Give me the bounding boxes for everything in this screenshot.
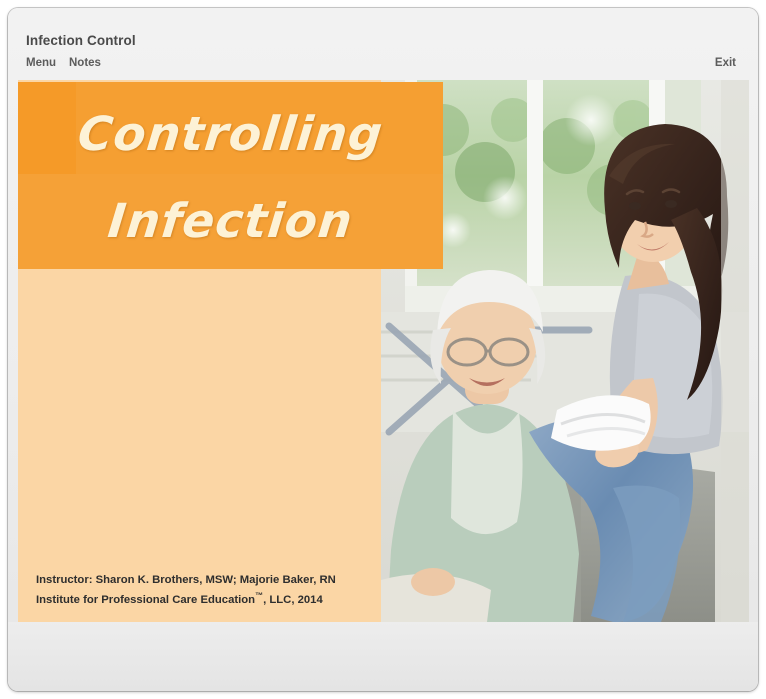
credits-institute-suffix: , LLC, 2014: [263, 594, 323, 606]
slide-credits: Instructor: Sharon K. Brothers, MSW; Maj…: [36, 572, 376, 608]
slide-title-line-1: Controlling: [75, 107, 386, 162]
credits-institute-name: Institute for Professional Care Educatio…: [36, 594, 256, 606]
trademark-symbol: ™: [255, 591, 264, 601]
credits-instructor-line: Instructor: Sharon K. Brothers, MSW; Maj…: [36, 574, 336, 587]
exit-button[interactable]: Exit: [715, 57, 736, 69]
player-control-bar: ‹ PREV NEXT ›: [8, 622, 758, 691]
credits-institute-line: Institute for Professional Care Educatio…: [36, 588, 376, 608]
player-titlebar: Infection Control Menu Notes Exit: [8, 8, 758, 80]
slide-stage: Controlling Infection Instructor: Sharon…: [18, 80, 749, 622]
nav-item-notes[interactable]: Notes: [69, 57, 101, 69]
slide-title-banner: Controlling Infection: [18, 82, 443, 269]
course-player-window: Infection Control Menu Notes Exit Contro…: [8, 8, 758, 691]
nav-item-menu[interactable]: Menu: [26, 57, 56, 69]
page-title: Infection Control: [26, 33, 136, 48]
slide-title-line-2: Infection: [105, 194, 356, 249]
